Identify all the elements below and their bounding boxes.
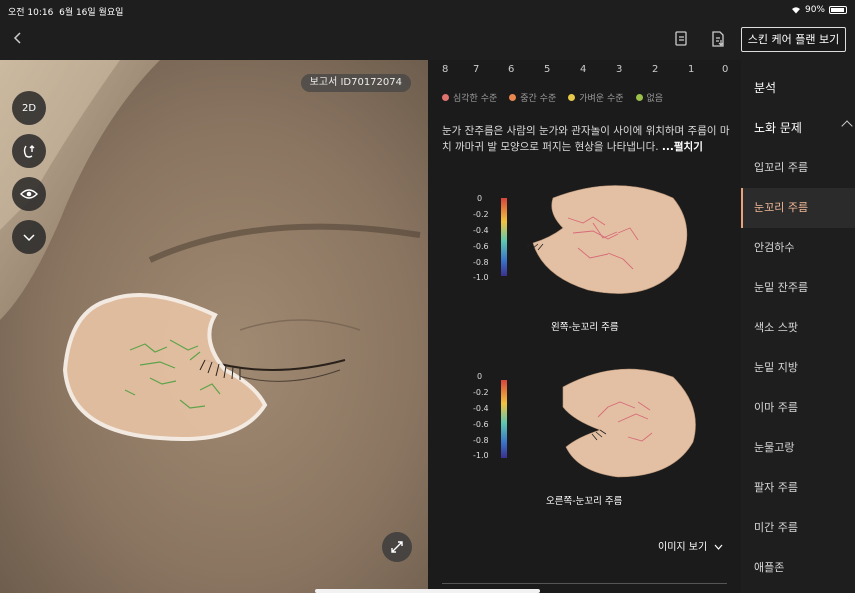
side-item-pigment-spot[interactable]: 색소 스팟 xyxy=(741,308,855,348)
right-eye-3d-plot xyxy=(501,368,696,478)
colorbar-tick: -1.0 xyxy=(473,273,489,282)
analysis-detail-panel: 8 7 6 5 4 3 2 1 0 심각한 수준 중간 수준 가벼운 수준 없음… xyxy=(428,60,741,593)
chevron-down-icon xyxy=(714,544,723,550)
scale-tick: 3 xyxy=(616,64,623,75)
scale-tick: 0 xyxy=(722,64,729,75)
eye-icon xyxy=(20,189,38,199)
scale-tick: 1 xyxy=(688,64,695,75)
scale-tick: 7 xyxy=(473,64,480,75)
legend-item-moderate: 중간 수준 xyxy=(509,91,556,104)
legend-dot xyxy=(568,94,576,101)
status-time: 오전 10:16 6월 16일 월요일 xyxy=(8,8,124,18)
rotate-face-button[interactable] xyxy=(12,134,46,168)
report-id-badge: 보고서 ID70172074 xyxy=(300,74,411,92)
legend-item-mild: 가벼운 수준 xyxy=(568,91,624,104)
legend-item-none: 없음 xyxy=(635,91,663,104)
analysis-side-menu: 분석 노화 문제 입꼬리 주름 눈꼬리 주름 안검하수 눈밑 잔주름 색소 스팟… xyxy=(741,60,855,593)
compare-report-icon[interactable] xyxy=(672,29,692,49)
colorbar-tick: -1.0 xyxy=(473,451,489,460)
skin-care-plan-button[interactable]: 스킨 케어 플랜 보기 xyxy=(741,27,846,52)
collapse-controls-button[interactable] xyxy=(12,220,46,254)
scale-tick: 6 xyxy=(508,64,515,75)
side-item-mouth-corner-wrinkle[interactable]: 입꼬리 주름 xyxy=(741,148,855,188)
right-eye-plot-caption: 오른쪽-눈꼬리 주름 xyxy=(546,496,623,507)
status-bar: 오전 10:16 6월 16일 월요일 90% xyxy=(0,0,855,20)
home-indicator[interactable] xyxy=(315,589,540,593)
scale-tick: 5 xyxy=(544,64,551,75)
view-images-toggle[interactable]: 이미지 보기 xyxy=(658,538,723,553)
side-item-tear-trough[interactable]: 눈물고랑 xyxy=(741,428,855,468)
side-item-ptosis[interactable]: 안검하수 xyxy=(741,228,855,268)
side-item-analysis[interactable]: 분석 xyxy=(741,68,855,108)
colorbar-tick: -0.6 xyxy=(473,420,489,429)
nav-bar: 스킨 케어 플랜 보기 xyxy=(0,20,855,60)
expand-icon xyxy=(391,541,403,553)
colorbar-tick: -0.4 xyxy=(473,404,489,413)
back-chevron-icon[interactable] xyxy=(10,30,26,46)
colorbar-tick: -0.2 xyxy=(473,210,489,219)
download-report-icon[interactable] xyxy=(708,29,728,49)
colorbar xyxy=(501,380,507,458)
chevron-down-icon xyxy=(23,234,35,242)
legend-dot xyxy=(509,94,517,101)
side-item-apple-zone[interactable]: 애플존 xyxy=(741,548,855,588)
colorbar-tick: -0.2 xyxy=(473,388,489,397)
colorbar-tick: 0 xyxy=(477,194,483,203)
visibility-toggle-button[interactable] xyxy=(12,177,46,211)
left-eye-plot-caption: 왼쪽-눈꼬리 주름 xyxy=(551,322,619,333)
view-2d-toggle-button[interactable]: 2D xyxy=(12,91,46,125)
scale-tick: 8 xyxy=(442,64,449,75)
condition-description: 눈가 잔주름은 사람의 눈가와 관자놀이 사이에 위치하며 주름이 마치 까마귀… xyxy=(442,125,730,153)
left-eye-3d-plot xyxy=(501,185,688,294)
battery-icon xyxy=(829,6,847,14)
side-item-under-eye-fat[interactable]: 눈밑 지방 xyxy=(741,348,855,388)
colorbar-tick: -0.8 xyxy=(473,436,489,445)
legend-dot xyxy=(442,94,449,101)
severity-legend: 심각한 수준 중간 수준 가벼운 수준 없음 xyxy=(442,91,663,104)
status-right: 90% xyxy=(791,5,847,15)
colorbar-tick: -0.8 xyxy=(473,258,489,267)
colorbar-tick: -0.4 xyxy=(473,226,489,235)
scale-tick: 4 xyxy=(580,64,587,75)
legend-item-severe: 심각한 수준 xyxy=(442,91,497,104)
severity-scale: 8 7 6 5 4 3 2 1 0 xyxy=(428,64,741,78)
colorbar xyxy=(501,198,507,276)
rotate-face-icon xyxy=(23,145,35,158)
wifi-icon xyxy=(791,7,800,14)
side-item-aging-header[interactable]: 노화 문제 xyxy=(741,108,855,148)
side-item-nasolabial-fold[interactable]: 팔자 주름 xyxy=(741,468,855,508)
side-item-eye-corner-wrinkle[interactable]: 눈꼬리 주름 xyxy=(741,188,855,228)
side-item-under-eye-fine-lines[interactable]: 눈밑 잔주름 xyxy=(741,268,855,308)
fullscreen-button[interactable] xyxy=(382,532,412,562)
face-image-panel: 보고서 ID70172074 2D xyxy=(0,60,428,593)
colorbar-tick: 0 xyxy=(477,372,483,381)
divider xyxy=(442,583,727,584)
expand-description-link[interactable]: ...펼치기 xyxy=(662,141,703,153)
colorbar-tick: -0.6 xyxy=(473,242,489,251)
chevron-up-icon xyxy=(841,120,853,132)
battery-percent: 90% xyxy=(804,5,825,15)
scale-tick: 2 xyxy=(652,64,659,75)
view-2d-label: 2D xyxy=(21,102,37,114)
side-item-forehead-wrinkle[interactable]: 이마 주름 xyxy=(741,388,855,428)
face-photo xyxy=(0,60,428,593)
legend-dot xyxy=(635,94,643,101)
side-item-glabella-wrinkle[interactable]: 미간 주름 xyxy=(741,508,855,548)
